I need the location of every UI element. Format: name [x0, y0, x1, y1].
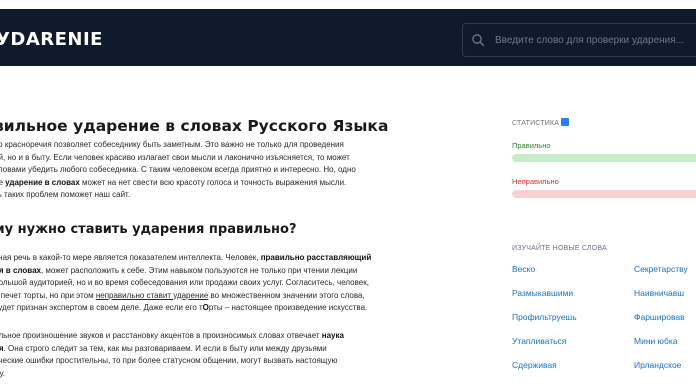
- site-header: УDARENIE: [0, 9, 696, 66]
- search-icon: [472, 34, 485, 47]
- bold-phrase: ия в словах: [0, 265, 41, 275]
- word-link[interactable]: Наивничавш: [634, 288, 684, 298]
- bold-phrase: О: [202, 303, 209, 312]
- page-title: вильное ударение в словах Русского Языка: [0, 117, 389, 135]
- correct-progress-bar: [512, 154, 696, 162]
- word-link[interactable]: Секретарству: [634, 264, 688, 274]
- word-link[interactable]: Фаршировав: [634, 312, 685, 322]
- word-link[interactable]: Размыкавшими: [512, 288, 573, 298]
- body-paragraph-1: ьная речь в какой-то мере является показ…: [0, 252, 499, 315]
- correct-label: Правильно: [512, 141, 551, 150]
- word-link[interactable]: Профильтруешь: [512, 312, 577, 322]
- search-input[interactable]: [495, 24, 696, 56]
- stats-heading: СТАТИСТИКА: [512, 118, 570, 127]
- word-link[interactable]: Ирландское: [634, 360, 681, 370]
- word-link[interactable]: Утапливаться: [512, 336, 566, 346]
- sidebar: СТАТИСТИКА Правильно Неправильно ИЗУЧАЙТ…: [512, 66, 696, 385]
- wrong-label: Неправильно: [512, 177, 559, 186]
- bold-phrase: правильно расставляющий: [260, 253, 372, 262]
- stats-label: СТАТИСТИКА: [512, 120, 560, 127]
- search-box[interactable]: [462, 23, 696, 57]
- top-strip: [0, 0, 696, 9]
- word-link[interactable]: Веско: [512, 264, 535, 274]
- bold-phrase: наука: [321, 331, 344, 340]
- stats-badge-icon: [561, 118, 570, 126]
- site-logo[interactable]: УDARENIE: [0, 29, 103, 50]
- wrong-progress-bar: [512, 190, 696, 198]
- word-link[interactable]: Сдерживая: [512, 360, 557, 370]
- bold-phrase: ия: [0, 343, 4, 353]
- section-heading: му нужно ставить ударения правильно?: [0, 222, 297, 237]
- article: вильное ударение в словах Русского Языка…: [0, 66, 500, 385]
- word-link[interactable]: Мини юбка: [634, 336, 678, 346]
- body-paragraph-2: ильное произношение звуков и расстановку…: [0, 330, 499, 380]
- underlined-phrase: неправильно ставит ударение: [95, 290, 209, 300]
- intro-paragraph: во красноречия позволяет собеседнику быт…: [0, 140, 356, 199]
- learn-words-heading: ИЗУЧАЙТЕ НОВЫЕ СЛОВА: [512, 245, 607, 252]
- bold-phrase: ударение в словах: [5, 177, 80, 187]
